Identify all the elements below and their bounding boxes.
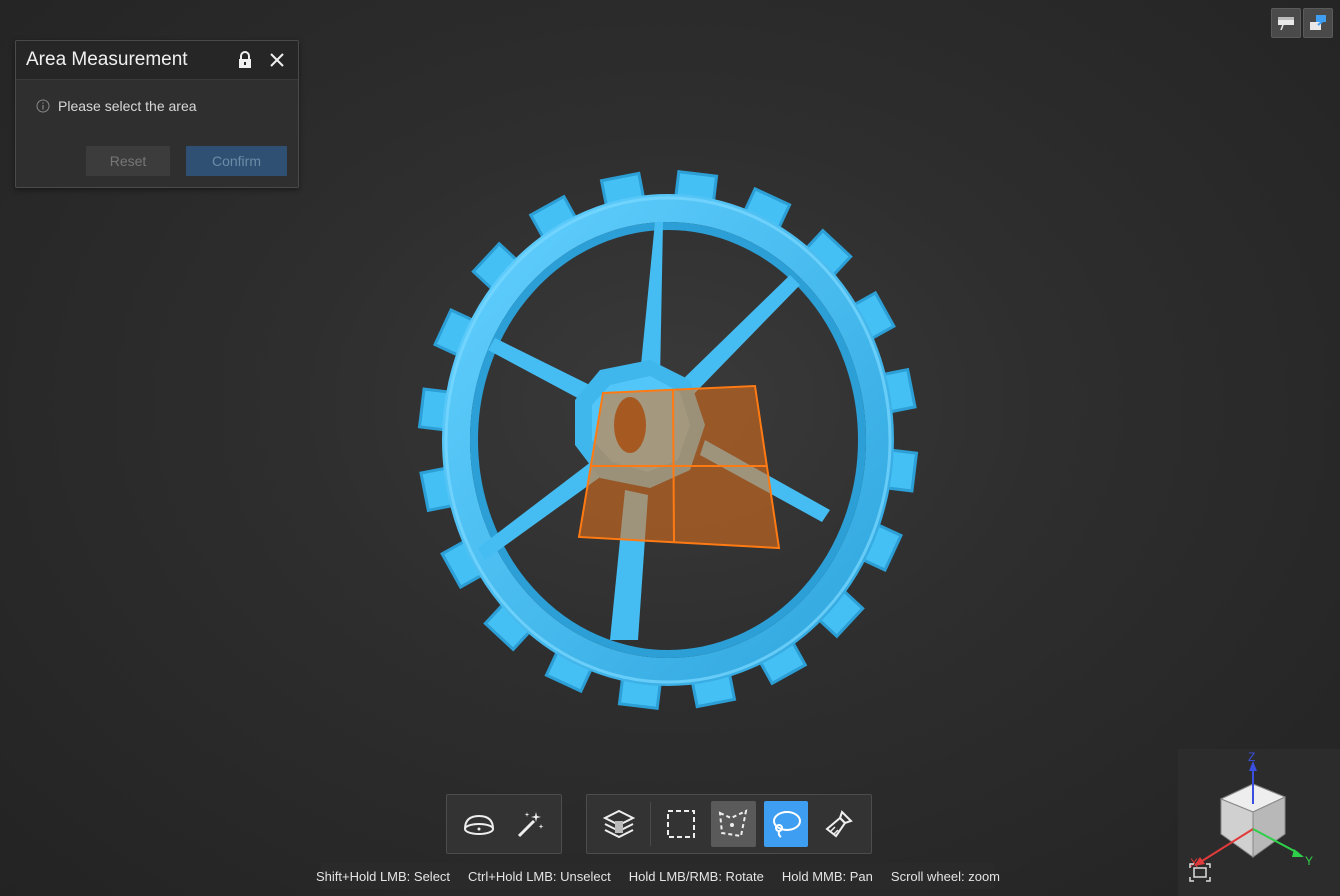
hint-select: Shift+Hold LMB: Select bbox=[316, 868, 451, 884]
axis-y-label: Y bbox=[1305, 854, 1313, 868]
info-message: Please select the area bbox=[36, 98, 278, 114]
toolbar-divider bbox=[649, 802, 651, 846]
panel-title: Area Measurement bbox=[26, 49, 188, 70]
dome-select-button[interactable] bbox=[457, 801, 500, 847]
lasso-select-button[interactable] bbox=[763, 801, 809, 847]
selection-mode-toolbar bbox=[446, 794, 562, 854]
hint-zoom: Scroll wheel: zoom bbox=[890, 868, 1001, 884]
selection-tools-toolbar bbox=[586, 794, 872, 854]
view-switch-button[interactable] bbox=[1303, 8, 1333, 38]
magic-wand-icon bbox=[517, 812, 543, 838]
layer-through-icon bbox=[603, 809, 636, 839]
magic-wand-button[interactable] bbox=[508, 801, 551, 847]
hint-unselect: Ctrl+Hold LMB: Unselect bbox=[468, 868, 611, 884]
reset-button[interactable]: Reset bbox=[86, 146, 170, 176]
lock-button[interactable] bbox=[234, 49, 256, 71]
navigation-cube[interactable]: Z X Y bbox=[1178, 749, 1340, 896]
lasso-select-icon bbox=[773, 811, 802, 838]
hint-rotate: Hold LMB/RMB: Rotate bbox=[628, 868, 764, 884]
info-icon bbox=[36, 99, 50, 113]
screen-view-icon bbox=[1278, 17, 1294, 31]
view-cube-icon[interactable]: Z X Y bbox=[1178, 749, 1340, 896]
view-mode-button[interactable] bbox=[1271, 8, 1301, 38]
confirm-button[interactable]: Confirm bbox=[186, 146, 287, 176]
info-text: Please select the area bbox=[58, 98, 197, 114]
rectangle-select-button[interactable] bbox=[659, 801, 704, 847]
polygon-select-button[interactable] bbox=[711, 801, 756, 847]
rectangle-select-icon bbox=[666, 810, 695, 838]
layer-through-button[interactable] bbox=[597, 801, 642, 847]
close-button[interactable] bbox=[266, 49, 288, 71]
brush-select-button[interactable] bbox=[816, 801, 861, 847]
hint-pan: Hold MMB: Pan bbox=[781, 868, 873, 884]
polygon-select-icon bbox=[719, 809, 748, 838]
selection-area bbox=[577, 384, 781, 550]
axis-z-label: Z bbox=[1248, 750, 1255, 764]
brush-select-icon bbox=[825, 810, 853, 838]
area-measurement-panel: Area Measurement Please select the area … bbox=[15, 40, 299, 188]
3d-viewport[interactable]: Area Measurement Please select the area … bbox=[0, 0, 1340, 896]
switch-view-icon bbox=[1310, 15, 1326, 30]
close-icon bbox=[270, 53, 284, 67]
lock-icon bbox=[239, 51, 251, 68]
shortcut-hints-bar: Shift+Hold LMB: Select Ctrl+Hold LMB: Un… bbox=[316, 863, 1000, 889]
dome-select-icon bbox=[463, 814, 494, 835]
panel-header[interactable]: Area Measurement bbox=[16, 41, 298, 80]
